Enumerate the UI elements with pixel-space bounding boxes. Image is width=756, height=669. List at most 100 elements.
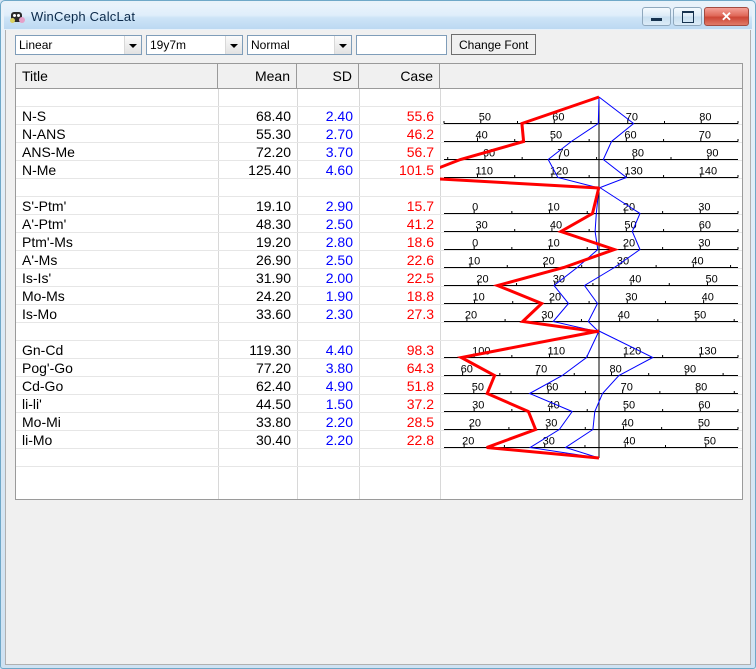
row-mean: 44.50 xyxy=(255,396,291,412)
row-mean: 33.60 xyxy=(255,306,291,322)
row-title: Is-Mo xyxy=(22,306,57,322)
row-case: 64.3 xyxy=(406,360,434,376)
blank-input[interactable] xyxy=(356,35,447,55)
row-mean xyxy=(218,323,291,341)
change-font-button[interactable]: Change Font xyxy=(451,34,537,55)
row-case: 22.8 xyxy=(406,432,434,448)
scale-tick-label: 70 xyxy=(699,130,711,142)
row-mean: 72.20 xyxy=(255,144,291,160)
row-case: 22.5 xyxy=(406,270,434,286)
scale-tick-label: 50 xyxy=(623,400,635,412)
norm-value: Normal xyxy=(251,38,290,52)
scale-tick-label: 40 xyxy=(691,256,703,268)
scale-tick-label: 50 xyxy=(694,310,706,322)
minimize-button[interactable] xyxy=(642,7,671,26)
row-title: N-ANS xyxy=(22,126,66,142)
scale-tick-label: 30 xyxy=(553,274,565,286)
analysis-type-select[interactable]: Linear xyxy=(15,35,142,55)
column-header-mean[interactable]: Mean xyxy=(218,64,297,88)
row-case xyxy=(359,89,434,107)
row-title xyxy=(16,449,218,467)
row-title: li-Mo xyxy=(22,432,53,448)
scale-tick-label: 70 xyxy=(621,382,633,394)
cephalometric-polygon-chart: 50 60 70 8040 50 60 7060 70 80 90110 120 130 1400 10 2… xyxy=(440,95,739,460)
scale-tick-label: 30 xyxy=(472,400,484,412)
scale-tick-label: 40 xyxy=(475,130,487,142)
measurement-grid: Title Mean SD Case N-S 68.40 2.40 55.6 N-ANS… xyxy=(15,63,743,500)
row-title xyxy=(16,179,218,197)
row-case: 41.2 xyxy=(406,216,434,232)
row-mean xyxy=(218,179,291,197)
close-button[interactable]: ✕ xyxy=(704,7,749,26)
scale-tick-label: 20 xyxy=(462,436,474,448)
scale-tick-label: 20 xyxy=(476,274,488,286)
row-title xyxy=(16,89,218,107)
scale-tick-label: 80 xyxy=(699,112,711,124)
scale-tick-label: 50 xyxy=(472,382,484,394)
row-sd: 4.60 xyxy=(325,162,353,178)
row-sd xyxy=(297,449,353,467)
window-controls: ✕ xyxy=(642,7,749,26)
row-case: 37.2 xyxy=(406,396,434,412)
maximize-button[interactable] xyxy=(673,7,702,26)
scale-tick-label: 130 xyxy=(698,346,716,358)
row-sd: 2.20 xyxy=(325,432,353,448)
row-sd: 2.40 xyxy=(325,108,353,124)
row-case: 18.6 xyxy=(406,234,434,250)
row-case: 51.8 xyxy=(406,378,434,394)
row-sd: 3.70 xyxy=(325,144,353,160)
row-title: li-li' xyxy=(22,396,42,412)
row-sd xyxy=(297,89,353,107)
row-title xyxy=(16,323,218,341)
scale-tick-label: 30 xyxy=(475,220,487,232)
title-bar[interactable]: WinCeph CalcLat ✕ xyxy=(4,4,752,29)
row-title: Gn-Cd xyxy=(22,342,64,358)
scale-tick-label: 90 xyxy=(684,364,696,376)
row-sd: 2.80 xyxy=(325,234,353,250)
row-sd: 2.00 xyxy=(325,270,353,286)
row-title: N-Me xyxy=(22,162,57,178)
row-sd: 2.70 xyxy=(325,126,353,142)
scale-tick-label: 110 xyxy=(475,166,493,178)
row-sd: 2.50 xyxy=(325,216,353,232)
row-mean: 30.40 xyxy=(255,432,291,448)
row-title: A'-Ptm' xyxy=(22,216,67,232)
row-case xyxy=(359,323,434,341)
row-mean: 24.20 xyxy=(255,288,291,304)
row-case: 18.8 xyxy=(406,288,434,304)
scale-tick-label: 40 xyxy=(623,436,635,448)
scale-tick-label: 60 xyxy=(699,220,711,232)
column-header-case[interactable]: Case xyxy=(359,64,440,88)
scale-tick-label: 20 xyxy=(542,256,554,268)
scale-tick-label: 40 xyxy=(618,310,630,322)
row-mean xyxy=(218,449,291,467)
scale-tick-label: 20 xyxy=(623,238,635,250)
row-title: Is-Is' xyxy=(22,270,52,286)
column-header-chart[interactable] xyxy=(440,64,742,88)
row-mean: 48.30 xyxy=(255,216,291,232)
scale-tick-label: 50 xyxy=(479,112,491,124)
scale-tick-label: 0 xyxy=(472,202,478,214)
chevron-down-icon[interactable] xyxy=(334,36,351,54)
column-header-sd[interactable]: SD xyxy=(297,64,359,88)
chevron-down-icon[interactable] xyxy=(124,36,141,54)
scale-tick-label: 30 xyxy=(543,436,555,448)
row-sd: 3.80 xyxy=(325,360,353,376)
row-sd: 2.90 xyxy=(325,198,353,214)
column-header-title[interactable]: Title xyxy=(16,64,218,88)
norm-select[interactable]: Normal xyxy=(247,35,352,55)
scale-tick-label: 50 xyxy=(698,418,710,430)
row-title: N-S xyxy=(22,108,47,124)
scale-tick-label: 40 xyxy=(702,292,714,304)
row-sd: 2.50 xyxy=(325,252,353,268)
row-title: A'-Ms xyxy=(22,252,58,268)
scale-tick-label: 20 xyxy=(469,418,481,430)
scale-tick-label: 60 xyxy=(461,364,473,376)
age-select[interactable]: 19y7m xyxy=(146,35,243,55)
row-case: 55.6 xyxy=(406,108,434,124)
scale-tick-label: 30 xyxy=(698,202,710,214)
scale-tick-label: 60 xyxy=(624,130,636,142)
scale-tick-label: 30 xyxy=(625,292,637,304)
scale-tick-label: 80 xyxy=(632,148,644,160)
chevron-down-icon[interactable] xyxy=(225,36,242,54)
